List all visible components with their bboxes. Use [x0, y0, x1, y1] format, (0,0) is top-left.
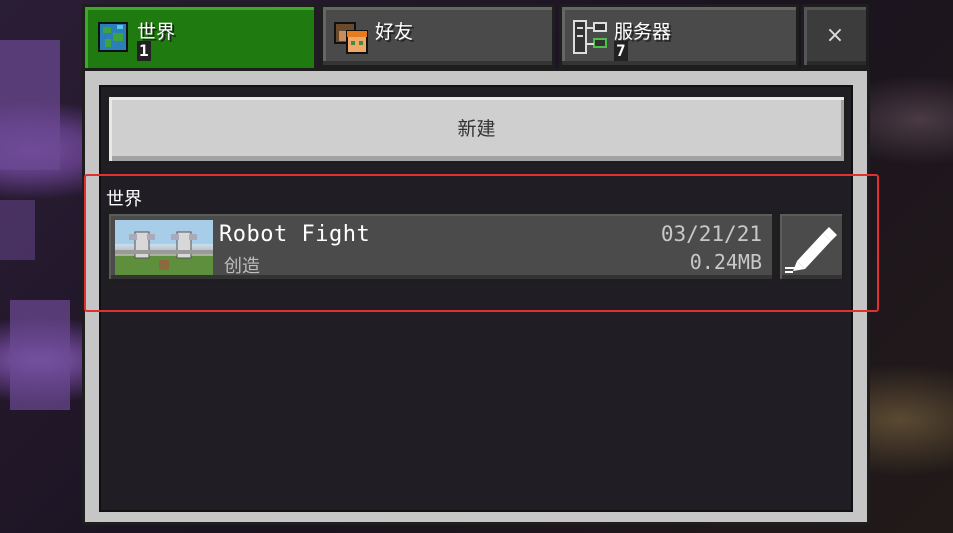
world-globe-icon — [95, 19, 131, 55]
background-amethyst-block — [10, 300, 70, 410]
tab-count-badge: 7 — [614, 41, 628, 61]
edit-world-button[interactable] — [777, 211, 845, 282]
pencil-icon — [783, 221, 841, 277]
create-new-button[interactable]: 新建 — [106, 94, 847, 164]
tab-worlds[interactable]: 世界 1 — [82, 4, 317, 78]
tab-label: 服务器 — [614, 21, 672, 43]
background-amethyst-block — [0, 40, 60, 170]
background-amethyst-block — [0, 200, 35, 260]
section-title: 世界 — [106, 189, 142, 210]
friends-icon — [333, 19, 369, 55]
world-name: Robot Fight — [219, 222, 371, 247]
tab-count-badge: 1 — [137, 41, 151, 61]
tab-label: 世界 — [137, 21, 176, 43]
tab-label: 好友 — [375, 21, 414, 43]
world-thumbnail — [115, 220, 213, 275]
world-game-mode: 创造 — [224, 256, 260, 277]
tab-friends[interactable]: 好友 — [320, 4, 555, 68]
tab-servers[interactable]: 服务器 7 — [559, 4, 799, 68]
close-icon: × — [825, 23, 845, 48]
world-list-item[interactable]: Robot Fight 创造 03/21/21 0.24MB — [106, 211, 775, 282]
world-last-played-date: 03/21/21 — [660, 222, 762, 246]
server-icon — [572, 19, 608, 55]
world-file-size: 0.24MB — [689, 250, 762, 274]
close-button[interactable]: × — [801, 4, 869, 68]
